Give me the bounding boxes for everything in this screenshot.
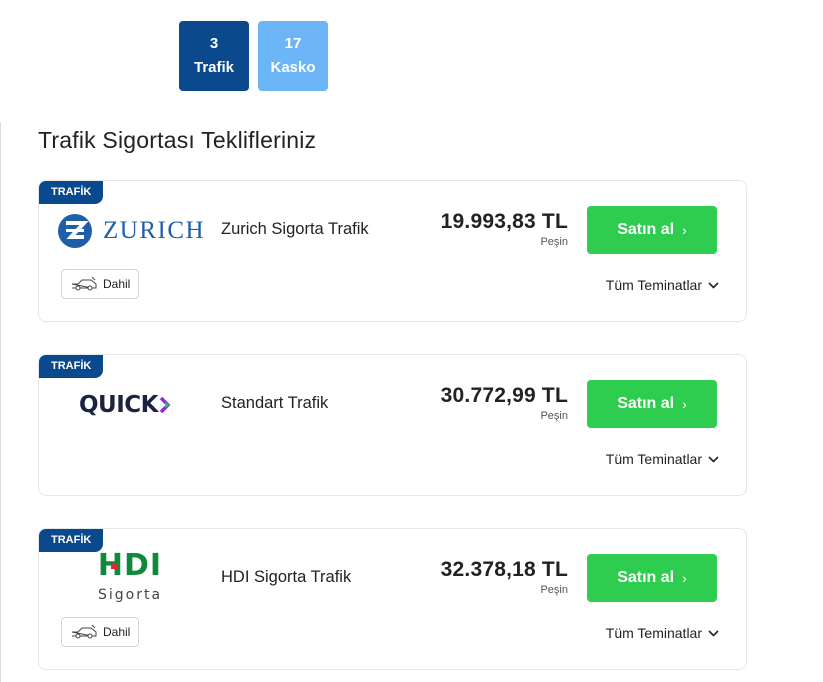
offer-type-badge: TRAFİK [39, 355, 104, 378]
chevron-right-icon: › [682, 222, 687, 238]
hdi-logo: HDI Sigorta [95, 547, 165, 603]
tow-truck-icon [71, 624, 97, 639]
tab-kasko-label: Kasko [270, 59, 316, 76]
chevron-right-icon: › [682, 396, 687, 412]
hdi-red-bar-icon [110, 563, 117, 569]
product-name: Standart Trafik [221, 394, 329, 412]
buy-button-label: Satın al [617, 569, 675, 586]
quick-logo-text: QUICK [79, 392, 159, 418]
payment-type: Peşin [540, 584, 568, 596]
hdi-logo-subtext: Sigorta [97, 586, 163, 603]
hdi-logo-text: HDI [97, 547, 163, 583]
buy-button[interactable]: Satın al › [587, 380, 717, 428]
price-amount: 32.378,18 TL [440, 558, 568, 581]
product-name: Zurich Sigorta Trafik [221, 220, 369, 238]
chevron-down-icon [708, 281, 719, 289]
price-amount: 19.993,83 TL [440, 210, 568, 233]
offer-type-badge: TRAFİK [39, 529, 104, 552]
buy-button-label: Satın al [617, 221, 675, 238]
all-coverages-toggle[interactable]: Tüm Teminatlar [606, 625, 719, 641]
all-coverages-label: Tüm Teminatlar [605, 277, 702, 293]
chevron-down-icon [708, 455, 719, 463]
quick-arrow-icon [159, 396, 171, 414]
dahil-label: Dahil [103, 277, 131, 291]
price-block: 32.378,18 TL Peşin [441, 556, 568, 597]
tab-trafik[interactable]: 3 Trafik [179, 21, 249, 91]
buy-button-label: Satın al [617, 395, 675, 412]
offer-type-badge: TRAFİK [39, 181, 104, 204]
all-coverages-label: Tüm Teminatlar [605, 451, 702, 467]
roadside-included-badge[interactable]: Dahil [61, 269, 140, 299]
buy-button[interactable]: Satın al › [587, 206, 717, 254]
quick-logo: QUICK [79, 385, 229, 425]
product-tabs: 3 Trafik 17 Kasko [179, 21, 328, 91]
tab-kasko-count: 17 [284, 35, 302, 52]
tow-truck-icon [71, 276, 97, 291]
roadside-included-badge[interactable]: Dahil [61, 617, 140, 647]
buy-button[interactable]: Satın al › [587, 554, 717, 602]
chevron-right-icon: › [682, 570, 687, 586]
price-block: 30.772,99 TL Peşin [441, 382, 568, 423]
zurich-emblem-icon [58, 214, 92, 248]
all-coverages-toggle[interactable]: Tüm Teminatlar [606, 451, 719, 467]
tab-trafik-count: 3 [209, 35, 219, 52]
offer-card-zurich: TRAFİK ZURICH Zurich Sigorta Trafik 19.9… [38, 180, 747, 322]
all-coverages-toggle[interactable]: Tüm Teminatlar [606, 277, 719, 293]
payment-type: Peşin [540, 236, 568, 248]
product-name: HDI Sigorta Trafik [221, 568, 352, 586]
price-block: 19.993,83 TL Peşin [441, 208, 568, 249]
zurich-logo-text: ZURICH [103, 217, 206, 244]
dahil-label: Dahil [103, 625, 131, 639]
tab-trafik-label: Trafik [193, 59, 235, 76]
payment-type: Peşin [540, 410, 568, 422]
price-amount: 30.772,99 TL [440, 384, 568, 407]
offer-card-quick: TRAFİK QUICK Standart Trafik 30.772,99 T… [38, 354, 747, 496]
page-title: Trafik Sigortası Teklifleriniz [38, 127, 317, 153]
chevron-down-icon [708, 629, 719, 637]
offer-card-hdi: TRAFİK HDI Sigorta HDI Sigorta Trafik 32… [38, 528, 747, 670]
zurich-logo: ZURICH [57, 211, 207, 251]
tab-kasko[interactable]: 17 Kasko [258, 21, 328, 91]
all-coverages-label: Tüm Teminatlar [605, 625, 702, 641]
left-divider [0, 122, 1, 682]
